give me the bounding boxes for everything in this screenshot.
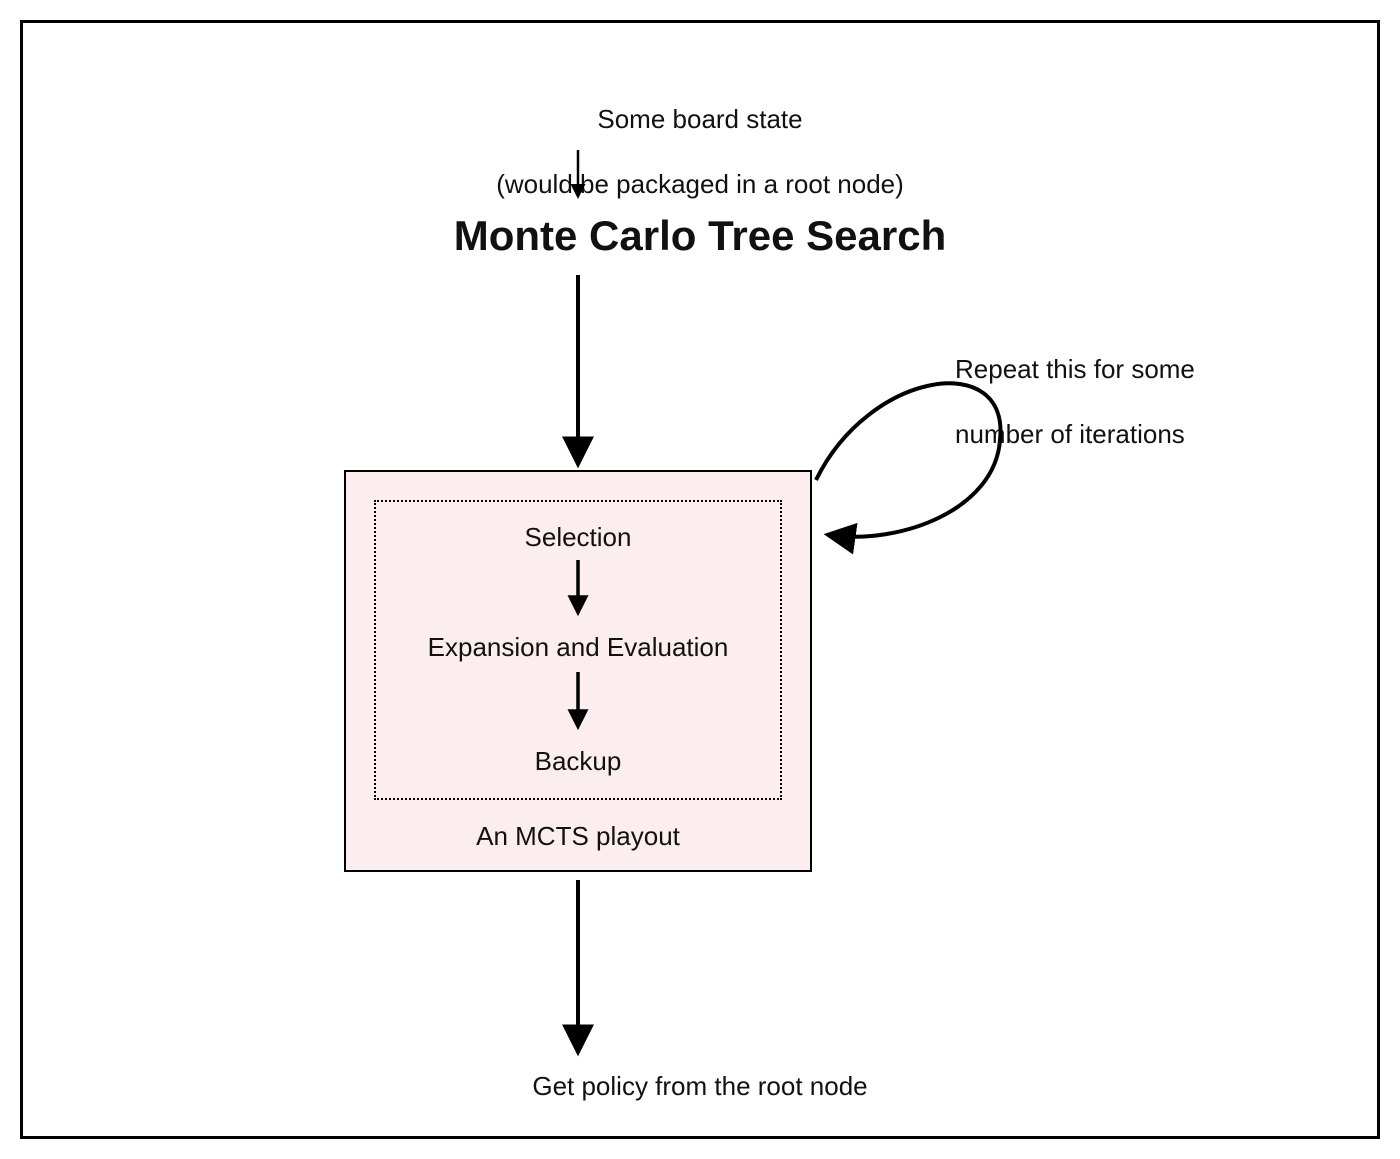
diagram-canvas: Some board state (would be packaged in a…: [0, 0, 1400, 1159]
repeat-annotation: Repeat this for some number of iteration…: [955, 320, 1275, 450]
step-backup: Backup: [376, 746, 780, 777]
playout-box: Selection Expansion and Evaluation Backu…: [344, 470, 812, 872]
input-line-1: Some board state: [597, 104, 802, 134]
output-label: Get policy from the root node: [0, 1070, 1400, 1103]
playout-dotted-frame: Selection Expansion and Evaluation Backu…: [374, 500, 782, 800]
repeat-line-2: number of iterations: [955, 419, 1185, 449]
playout-caption: An MCTS playout: [346, 821, 810, 852]
step-expansion: Expansion and Evaluation: [376, 632, 780, 663]
repeat-line-1: Repeat this for some: [955, 354, 1195, 384]
input-label: Some board state (would be packaged in a…: [0, 70, 1400, 200]
step-selection: Selection: [376, 522, 780, 553]
diagram-title: Monte Carlo Tree Search: [0, 210, 1400, 263]
input-line-2: (would be packaged in a root node): [496, 169, 904, 199]
